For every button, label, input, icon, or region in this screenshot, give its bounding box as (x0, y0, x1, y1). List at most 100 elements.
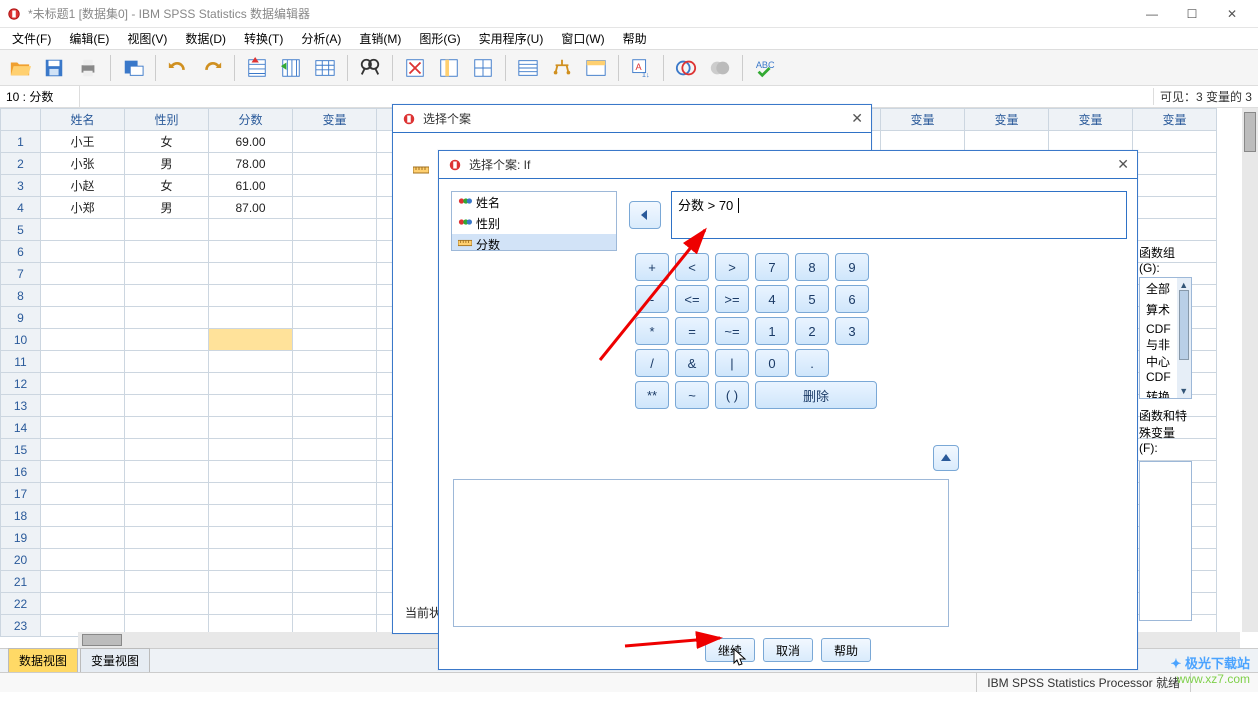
cell[interactable] (41, 549, 125, 571)
cell[interactable] (293, 527, 377, 549)
row-header[interactable]: 13 (1, 395, 41, 417)
keypad-|[interactable]: | (715, 349, 749, 377)
cell[interactable] (293, 461, 377, 483)
cell[interactable] (125, 461, 209, 483)
cell[interactable] (293, 395, 377, 417)
cell[interactable] (125, 527, 209, 549)
cell[interactable] (125, 439, 209, 461)
cell[interactable] (209, 549, 293, 571)
cell[interactable] (41, 527, 125, 549)
keypad-7[interactable]: 7 (755, 253, 789, 281)
redo-icon[interactable] (198, 54, 226, 82)
row-header[interactable]: 23 (1, 615, 41, 637)
keypad-=[interactable]: = (675, 317, 709, 345)
cell[interactable] (209, 483, 293, 505)
cell[interactable] (209, 373, 293, 395)
row-header[interactable]: 9 (1, 307, 41, 329)
split-file-icon[interactable] (469, 54, 497, 82)
menu-6[interactable]: 直销(M) (351, 28, 409, 49)
keypad-~[interactable]: ~ (675, 381, 709, 409)
cell[interactable] (293, 131, 377, 153)
maximize-button[interactable]: ☐ (1172, 2, 1212, 26)
cell[interactable] (41, 285, 125, 307)
move-right-button[interactable] (629, 201, 661, 229)
cell[interactable]: 小王 (41, 131, 125, 153)
row-header[interactable]: 17 (1, 483, 41, 505)
cell[interactable] (209, 329, 293, 351)
cell[interactable] (41, 307, 125, 329)
open-icon[interactable] (6, 54, 34, 82)
cell[interactable] (293, 285, 377, 307)
column-header[interactable]: 变量 (1049, 109, 1133, 131)
cell[interactable] (209, 527, 293, 549)
variable-list[interactable]: 姓名性别分数 (451, 191, 617, 251)
cell[interactable]: 78.00 (209, 153, 293, 175)
insert-var-icon[interactable] (435, 54, 463, 82)
keypad-( )[interactable]: ( ) (715, 381, 749, 409)
cell[interactable] (209, 395, 293, 417)
column-header[interactable]: 变量 (881, 109, 965, 131)
row-header[interactable]: 1 (1, 131, 41, 153)
select-cases-icon[interactable] (548, 54, 576, 82)
menu-9[interactable]: 窗口(W) (553, 28, 612, 49)
keypad-3[interactable]: 3 (835, 317, 869, 345)
variable-item[interactable]: 姓名 (452, 192, 616, 213)
funcgroup-item[interactable]: CDF 与非中心 CDF (1140, 320, 1177, 386)
cell[interactable] (209, 285, 293, 307)
insert-case-icon[interactable] (401, 54, 429, 82)
sets2-icon[interactable] (706, 54, 734, 82)
menu-5[interactable]: 分析(A) (293, 28, 349, 49)
keypad-+[interactable]: + (635, 253, 669, 281)
column-header[interactable]: 变量 (965, 109, 1049, 131)
cell[interactable] (209, 461, 293, 483)
keypad--[interactable]: - (635, 285, 669, 313)
cancel-button[interactable]: 取消 (763, 638, 813, 662)
keypad-6[interactable]: 6 (835, 285, 869, 313)
cell[interactable] (125, 505, 209, 527)
variables-icon[interactable] (311, 54, 339, 82)
cell[interactable] (293, 219, 377, 241)
minimize-button[interactable]: — (1132, 2, 1172, 26)
cell[interactable] (293, 175, 377, 197)
row-header[interactable]: 19 (1, 527, 41, 549)
cell[interactable] (209, 571, 293, 593)
column-header[interactable]: 变量 (1133, 109, 1217, 131)
keypad-删除[interactable]: 删除 (755, 381, 877, 409)
cell[interactable] (293, 571, 377, 593)
tab-variable-view[interactable]: 变量视图 (80, 648, 150, 672)
cell[interactable] (41, 351, 125, 373)
cell[interactable] (41, 505, 125, 527)
print-icon[interactable] (74, 54, 102, 82)
funcgroup-scrollbar[interactable]: ▲ ▼ (1177, 278, 1191, 399)
cell[interactable] (209, 263, 293, 285)
row-header[interactable]: 3 (1, 175, 41, 197)
keypad-<=[interactable]: <= (675, 285, 709, 313)
weight-icon[interactable] (514, 54, 542, 82)
cell[interactable] (293, 263, 377, 285)
cell[interactable] (41, 593, 125, 615)
menu-10[interactable]: 帮助 (615, 28, 655, 49)
cell[interactable] (41, 263, 125, 285)
cell[interactable] (209, 241, 293, 263)
cell[interactable] (125, 373, 209, 395)
row-header[interactable]: 12 (1, 373, 41, 395)
row-header[interactable]: 5 (1, 219, 41, 241)
cell[interactable] (125, 329, 209, 351)
goto-case-icon[interactable] (243, 54, 271, 82)
cell[interactable] (125, 417, 209, 439)
row-header[interactable]: 14 (1, 417, 41, 439)
cell[interactable] (293, 351, 377, 373)
row-header[interactable]: 16 (1, 461, 41, 483)
cell[interactable] (41, 373, 125, 395)
column-header[interactable]: 姓名 (41, 109, 125, 131)
cell[interactable] (41, 461, 125, 483)
vertical-scrollbar[interactable] (1242, 108, 1258, 632)
recall-icon[interactable] (119, 54, 147, 82)
cell[interactable] (125, 307, 209, 329)
cell[interactable] (125, 483, 209, 505)
cell[interactable]: 小张 (41, 153, 125, 175)
cell[interactable]: 男 (125, 197, 209, 219)
cell[interactable] (1133, 153, 1217, 175)
move-up-button[interactable] (933, 445, 959, 471)
keypad-&[interactable]: & (675, 349, 709, 377)
